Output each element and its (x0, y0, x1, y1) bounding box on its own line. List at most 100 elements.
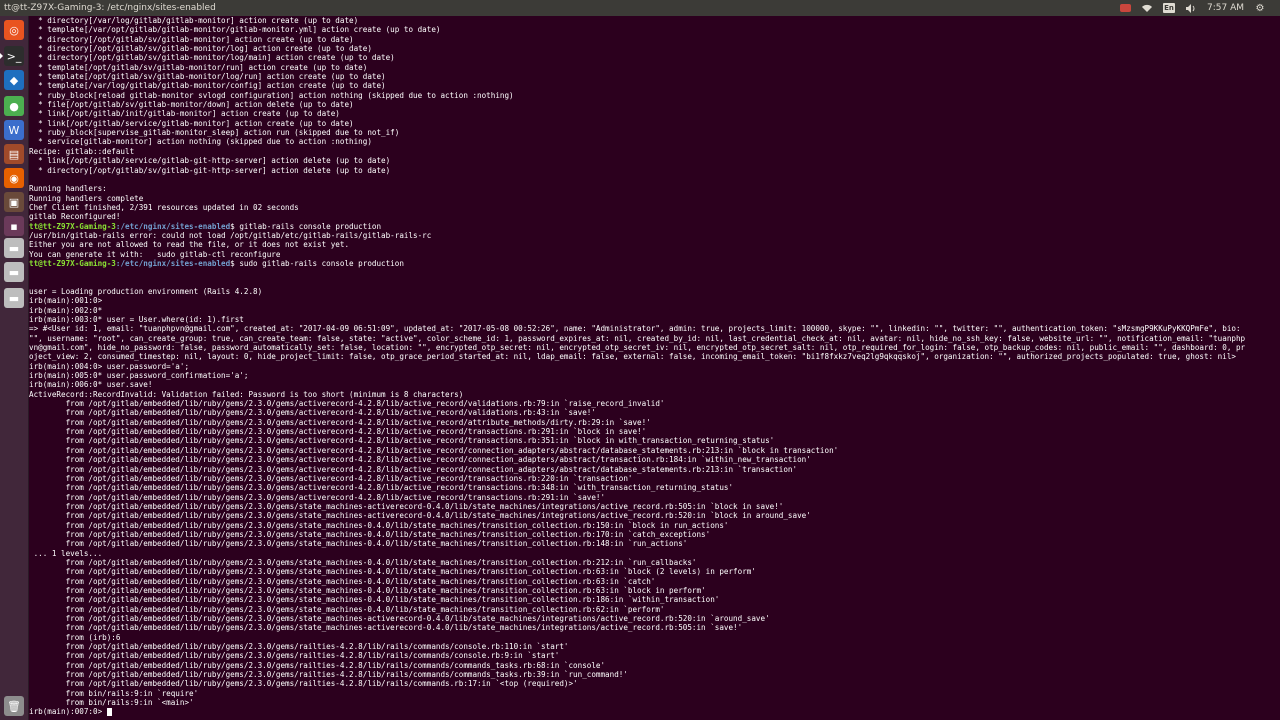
line-text: * ruby_block[reload gitlab-monitor svlog… (29, 90, 514, 100)
line-text: "", username: "root", can_create_group: … (29, 333, 1246, 343)
window-title: tt@tt-Z97X-Gaming-3: /etc/nginx/sites-en… (4, 3, 216, 13)
trash-icon[interactable]: 🗑 (4, 696, 24, 716)
settings-gear-icon[interactable]: ⚙ (1254, 3, 1266, 14)
libreoffice-icon[interactable]: W (4, 120, 24, 140)
vscode-icon[interactable]: ◆ (4, 70, 24, 90)
line-text: oject_view: 2, consumed_timestep: nil, l… (29, 352, 1236, 362)
line-text: from /opt/gitlab/embedded/lib/ruby/gems/… (29, 455, 811, 465)
camera-indicator-icon[interactable] (1119, 3, 1131, 13)
drive-icon[interactable]: ▬ (4, 262, 24, 282)
line-text: from /opt/gitlab/embedded/lib/ruby/gems/… (29, 567, 756, 577)
line-text: $ sudo gitlab-rails console production (230, 258, 404, 268)
line-text: irb(main):002:0* (29, 305, 103, 315)
line-text: user = Loading production environment (R… (29, 286, 263, 296)
terminal-line: from /opt/gitlab/embedded/lib/ruby/gems/… (29, 455, 1280, 464)
files-icon[interactable]: ▤ (4, 144, 24, 164)
terminal-line: from /opt/gitlab/embedded/lib/ruby/gems/… (29, 399, 1280, 408)
top-panel: tt@tt-Z97X-Gaming-3: /etc/nginx/sites-en… (0, 0, 1280, 16)
line-text: vn@gmail.com", hide_no_password: false, … (29, 343, 1246, 353)
line-text: * template[/var/opt/gitlab/gitlab-monito… (29, 25, 441, 35)
terminal-line: * link[/opt/gitlab/service/gitlab-monito… (29, 119, 1280, 128)
line-text: from /opt/gitlab/embedded/lib/ruby/gems/… (29, 576, 656, 586)
image-icon[interactable]: ▣ (4, 192, 24, 212)
terminal-line: * directory[/opt/gitlab/sv/gitlab-monito… (29, 35, 1280, 44)
terminal-line: * link[/opt/gitlab/service/gitlab-git-ht… (29, 156, 1280, 165)
terminal-icon[interactable]: >_ (0, 46, 24, 66)
terminal-line: irb(main):005:0* user.password_confirmat… (29, 371, 1280, 380)
app-icon[interactable]: ▪ (4, 216, 24, 236)
line-text: * directory[/opt/gitlab/sv/gitlab-git-ht… (29, 165, 391, 175)
terminal-line: /usr/bin/gitlab-rails error: could not l… (29, 231, 1280, 240)
line-text: from /opt/gitlab/embedded/lib/ruby/gems/… (29, 670, 628, 680)
ubuntu-logo-icon[interactable]: ◎ (4, 20, 24, 40)
line-text: from /opt/gitlab/embedded/lib/ruby/gems/… (29, 642, 569, 652)
terminal-line: from /opt/gitlab/embedded/lib/ruby/gems/… (29, 642, 1280, 651)
line-text: $ gitlab-rails console production (230, 221, 382, 231)
wifi-icon[interactable] (1141, 3, 1153, 13)
clock[interactable]: 7:57 AM (1207, 3, 1244, 13)
line-text: Either you are not allowed to read the f… (29, 240, 350, 250)
terminal-line: from /opt/gitlab/embedded/lib/ruby/gems/… (29, 679, 1280, 688)
line-text: * service[gitlab-monitor] action nothing… (29, 137, 372, 147)
line-text: from /opt/gitlab/embedded/lib/ruby/gems/… (29, 511, 811, 521)
terminal-line: tt@tt-Z97X-Gaming-3:/etc/nginx/sites-ena… (29, 259, 1280, 268)
chrome-icon[interactable]: ● (4, 96, 24, 116)
keyboard-language-icon[interactable]: En (1163, 3, 1175, 13)
terminal-line: from /opt/gitlab/embedded/lib/ruby/gems/… (29, 530, 1280, 539)
line-text: from /opt/gitlab/embedded/lib/ruby/gems/… (29, 595, 720, 605)
line-text: from /opt/gitlab/embedded/lib/ruby/gems/… (29, 436, 775, 446)
prompt-user: tt@tt-Z97X-Gaming-3 (29, 221, 116, 231)
terminal-line: oject_view: 2, consumed_timestep: nil, l… (29, 352, 1280, 361)
line-text: * file[/opt/gitlab/sv/gitlab-monitor/dow… (29, 100, 354, 110)
terminal-line: Recipe: gitlab::default (29, 147, 1280, 156)
prompt-path: :/etc/nginx/sites-enabled (115, 258, 231, 268)
line-text: Running handlers complete (29, 193, 144, 203)
line-text: * ruby_block[supervise_gitlab-monitor_sl… (29, 128, 400, 138)
line-text: from /opt/gitlab/embedded/lib/ruby/gems/… (29, 445, 839, 455)
line-text: * directory[/opt/gitlab/sv/gitlab-monito… (29, 34, 354, 44)
terminal-line: * template[/var/log/gitlab/gitlab-monito… (29, 81, 1280, 90)
terminal-line: * directory[/opt/gitlab/sv/gitlab-monito… (29, 44, 1280, 53)
line-text: irb(main):003:0* user = User.where(id: 1… (29, 315, 244, 324)
line-text: ... 1 levels... (29, 548, 103, 558)
firefox-icon[interactable]: ◉ (4, 168, 24, 188)
line-text: from /opt/gitlab/embedded/lib/ruby/gems/… (29, 473, 633, 483)
terminal-line: from /opt/gitlab/embedded/lib/ruby/gems/… (29, 539, 1280, 548)
terminal-line: * template[/opt/gitlab/sv/gitlab-monitor… (29, 72, 1280, 81)
line-text: Chef Client finished, 2/391 resources up… (29, 202, 299, 212)
terminal-line: from /opt/gitlab/embedded/lib/ruby/gems/… (29, 670, 1280, 679)
terminal-output[interactable]: * directory[/var/log/gitlab/gitlab-monit… (29, 16, 1280, 720)
volume-icon[interactable] (1185, 3, 1197, 13)
terminal-line: * directory[/var/log/gitlab/gitlab-monit… (29, 16, 1280, 25)
line-text: * directory[/opt/gitlab/sv/gitlab-monito… (29, 53, 395, 63)
line-text: from /opt/gitlab/embedded/lib/ruby/gems/… (29, 417, 651, 427)
drive-icon[interactable]: ▬ (4, 288, 24, 308)
drive-icon[interactable]: ▬ (4, 238, 24, 258)
terminal-line: "", username: "root", can_create_group: … (29, 334, 1280, 343)
terminal-line: from /opt/gitlab/embedded/lib/ruby/gems/… (29, 577, 1280, 586)
terminal-line: from /opt/gitlab/embedded/lib/ruby/gems/… (29, 483, 1280, 492)
terminal-line: => #<User id: 1, email: "tuanphpvn@gmail… (29, 324, 1280, 333)
text-cursor (106, 708, 112, 717)
terminal-line: from /opt/gitlab/embedded/lib/ruby/gems/… (29, 474, 1280, 483)
terminal-line: irb(main):001:0> (29, 296, 1280, 305)
line-text: irb(main):005:0* user.password_confirmat… (29, 371, 249, 381)
terminal-line: from /opt/gitlab/embedded/lib/ruby/gems/… (29, 436, 1280, 445)
terminal-line: from bin/rails:9:in `require' (29, 689, 1280, 698)
line-text: * link[/opt/gitlab/service/gitlab-git-ht… (29, 156, 391, 166)
line-text: Running handlers: (29, 184, 107, 194)
terminal-line: from /opt/gitlab/embedded/lib/ruby/gems/… (29, 446, 1280, 455)
terminal-line: * directory[/opt/gitlab/sv/gitlab-monito… (29, 53, 1280, 62)
terminal-line: from /opt/gitlab/embedded/lib/ruby/gems/… (29, 465, 1280, 474)
line-text: * directory[/opt/gitlab/sv/gitlab-monito… (29, 44, 372, 54)
line-text: /usr/bin/gitlab-rails error: could not l… (29, 230, 432, 240)
launcher: ◎ >_ ◆ ● W ▤ ◉ ▣ ▪ ▬ ▬ ▬ 🗑 (0, 16, 29, 720)
terminal-line: * ruby_block[reload gitlab-monitor svlog… (29, 91, 1280, 100)
terminal-line: * template[/var/opt/gitlab/gitlab-monito… (29, 25, 1280, 34)
line-text: from /opt/gitlab/embedded/lib/ruby/gems/… (29, 660, 606, 670)
line-text: from bin/rails:9:in `require' (29, 688, 199, 698)
terminal-line: from /opt/gitlab/embedded/lib/ruby/gems/… (29, 502, 1280, 511)
terminal-line: from /opt/gitlab/embedded/lib/ruby/gems/… (29, 586, 1280, 595)
